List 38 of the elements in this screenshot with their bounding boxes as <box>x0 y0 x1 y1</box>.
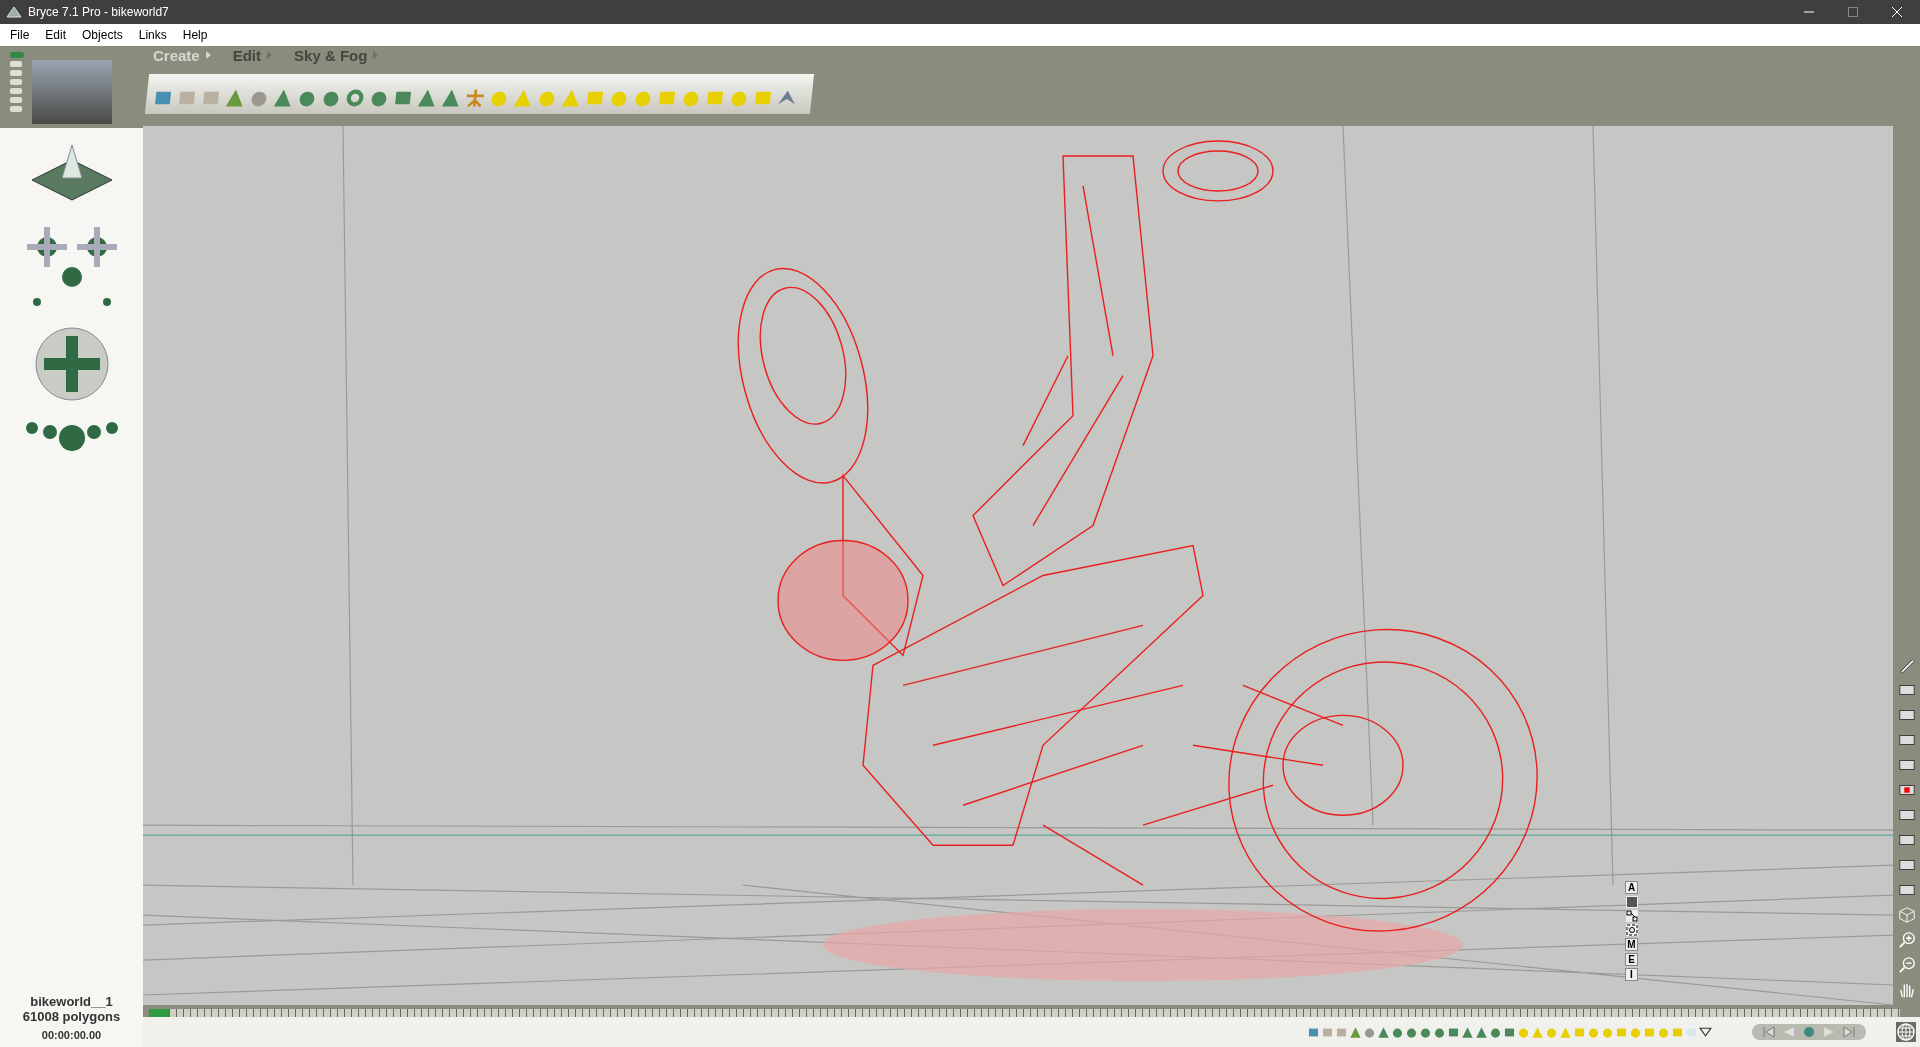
link-nodes-icon[interactable] <box>1625 910 1638 922</box>
menu-item[interactable]: Help <box>182 28 208 42</box>
cone-icon[interactable] <box>1377 1025 1390 1039</box>
cone-icon[interactable] <box>1475 1025 1488 1039</box>
window-title: Bryce 7.1 Pro - bikeworld7 <box>28 5 170 19</box>
stop-icon[interactable] <box>1802 1026 1816 1038</box>
app-icon <box>6 5 22 19</box>
triangle-icon[interactable] <box>205 51 211 59</box>
menu-item[interactable]: Edit <box>45 28 67 42</box>
maximize-icon[interactable] <box>1848 7 1858 17</box>
viewport[interactable]: A M E I <box>143 126 1893 1005</box>
dropdown-arrow-icon[interactable] <box>1699 1025 1712 1039</box>
close-icon[interactable] <box>1892 7 1902 17</box>
target-icon[interactable] <box>1625 924 1638 936</box>
skip-back-icon[interactable] <box>1762 1026 1776 1038</box>
preview-placeholder[interactable] <box>32 60 112 124</box>
object-name: bikeworld__1 <box>30 994 113 1009</box>
pencil-icon[interactable] <box>1897 656 1916 674</box>
menu-item[interactable]: Objects <box>82 28 123 42</box>
polygon-count: 61008 polygons <box>22 1009 121 1024</box>
pyramid-icon[interactable] <box>1461 1025 1474 1039</box>
zoom-in-icon[interactable] <box>1897 931 1916 949</box>
skip-forward-icon[interactable] <box>1842 1026 1856 1038</box>
view-mode-button[interactable]: M <box>1625 938 1638 951</box>
menu-item[interactable]: Links <box>138 28 167 42</box>
view-mode-button[interactable]: A <box>1625 881 1638 894</box>
hand-icon[interactable] <box>1897 981 1916 999</box>
cube-icon[interactable] <box>1897 906 1916 924</box>
timeline-track[interactable] <box>149 1009 1900 1017</box>
time-code: 00:00:00.00 <box>41 1028 102 1043</box>
zoom-out-icon[interactable] <box>1897 956 1916 974</box>
view-mode-button[interactable]: E <box>1625 953 1638 966</box>
indicator-icon <box>10 52 24 58</box>
globe-icon[interactable] <box>1896 1022 1916 1042</box>
tree-icon[interactable] <box>1349 1025 1362 1039</box>
solid-square-icon[interactable] <box>1625 896 1638 908</box>
view-mode-button[interactable]: I <box>1625 968 1638 981</box>
menu-item[interactable]: File <box>10 28 30 42</box>
